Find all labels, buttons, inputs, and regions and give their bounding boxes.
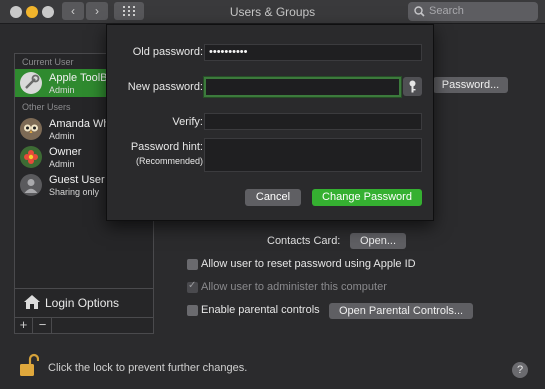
change-password-button[interactable]: Password... (433, 77, 508, 93)
checkmark-icon: ✓ (188, 280, 197, 291)
house-icon (24, 295, 40, 309)
open-parental-controls-button[interactable]: Open Parental Controls... (329, 303, 473, 319)
add-user-button[interactable]: + (15, 318, 33, 333)
user-name: Owner (49, 146, 82, 158)
administer-computer-checkbox[interactable]: ✓ (187, 280, 198, 293)
user-role: Admin (49, 131, 75, 141)
user-role: Admin (49, 85, 75, 95)
login-options-item[interactable]: Login Options (15, 288, 153, 316)
user-name: Amanda Wh (49, 118, 110, 130)
verify-label: Verify: (172, 116, 203, 128)
current-user-header: Current User (22, 57, 74, 67)
verify-password-field[interactable] (204, 113, 422, 130)
search-field[interactable]: Search (408, 2, 538, 21)
change-password-sheet: Old password: •••••••••• New password: V… (106, 24, 434, 221)
password-hint-field[interactable] (204, 138, 422, 172)
title-bar: ‹ › Users & Groups Search (0, 0, 545, 24)
administer-computer-label: Allow user to administer this computer (201, 281, 387, 293)
user-role: Admin (49, 159, 75, 169)
unlocked-padlock-icon[interactable] (19, 352, 39, 378)
new-password-field[interactable] (204, 77, 401, 97)
new-password-label: New password: (127, 81, 203, 93)
change-password-confirm-button[interactable]: Change Password (312, 189, 422, 206)
old-password-field[interactable]: •••••••••• (204, 44, 422, 61)
help-button[interactable]: ? (512, 362, 528, 378)
minus-icon: − (38, 317, 47, 332)
flower-avatar-icon (20, 146, 42, 168)
remove-user-button[interactable]: − (34, 318, 52, 333)
contacts-card-label: Contacts Card: (267, 235, 341, 247)
reset-with-apple-id-label: Allow user to reset password using Apple… (201, 258, 416, 270)
parental-controls-label: Enable parental controls (201, 304, 320, 316)
password-hint-sublabel: (Recommended) (135, 156, 203, 166)
search-icon (414, 6, 425, 17)
parental-controls-checkbox[interactable] (187, 305, 198, 316)
user-name: Apple ToolB (49, 72, 108, 84)
wrench-avatar-icon (20, 72, 42, 94)
search-placeholder: Search (429, 5, 464, 17)
reset-with-apple-id-checkbox[interactable] (187, 259, 198, 270)
login-options-label: Login Options (45, 296, 120, 310)
owl-avatar-icon (20, 118, 42, 140)
password-hint-label: Password hint: (130, 141, 203, 153)
other-users-header: Other Users (22, 102, 71, 112)
person-silhouette-avatar-icon (20, 174, 42, 196)
plus-icon: + (19, 317, 28, 332)
user-role: Sharing only (49, 187, 100, 197)
lock-hint-text: Click the lock to prevent further change… (48, 362, 248, 374)
user-name: Guest User (49, 174, 105, 186)
contacts-open-button[interactable]: Open... (350, 233, 406, 249)
password-assistant-button[interactable] (403, 77, 422, 96)
key-icon (409, 80, 416, 93)
old-password-label: Old password: (132, 46, 203, 58)
question-mark-icon: ? (516, 364, 524, 376)
cancel-button[interactable]: Cancel (245, 189, 301, 206)
add-remove-bar: + − (15, 317, 153, 333)
